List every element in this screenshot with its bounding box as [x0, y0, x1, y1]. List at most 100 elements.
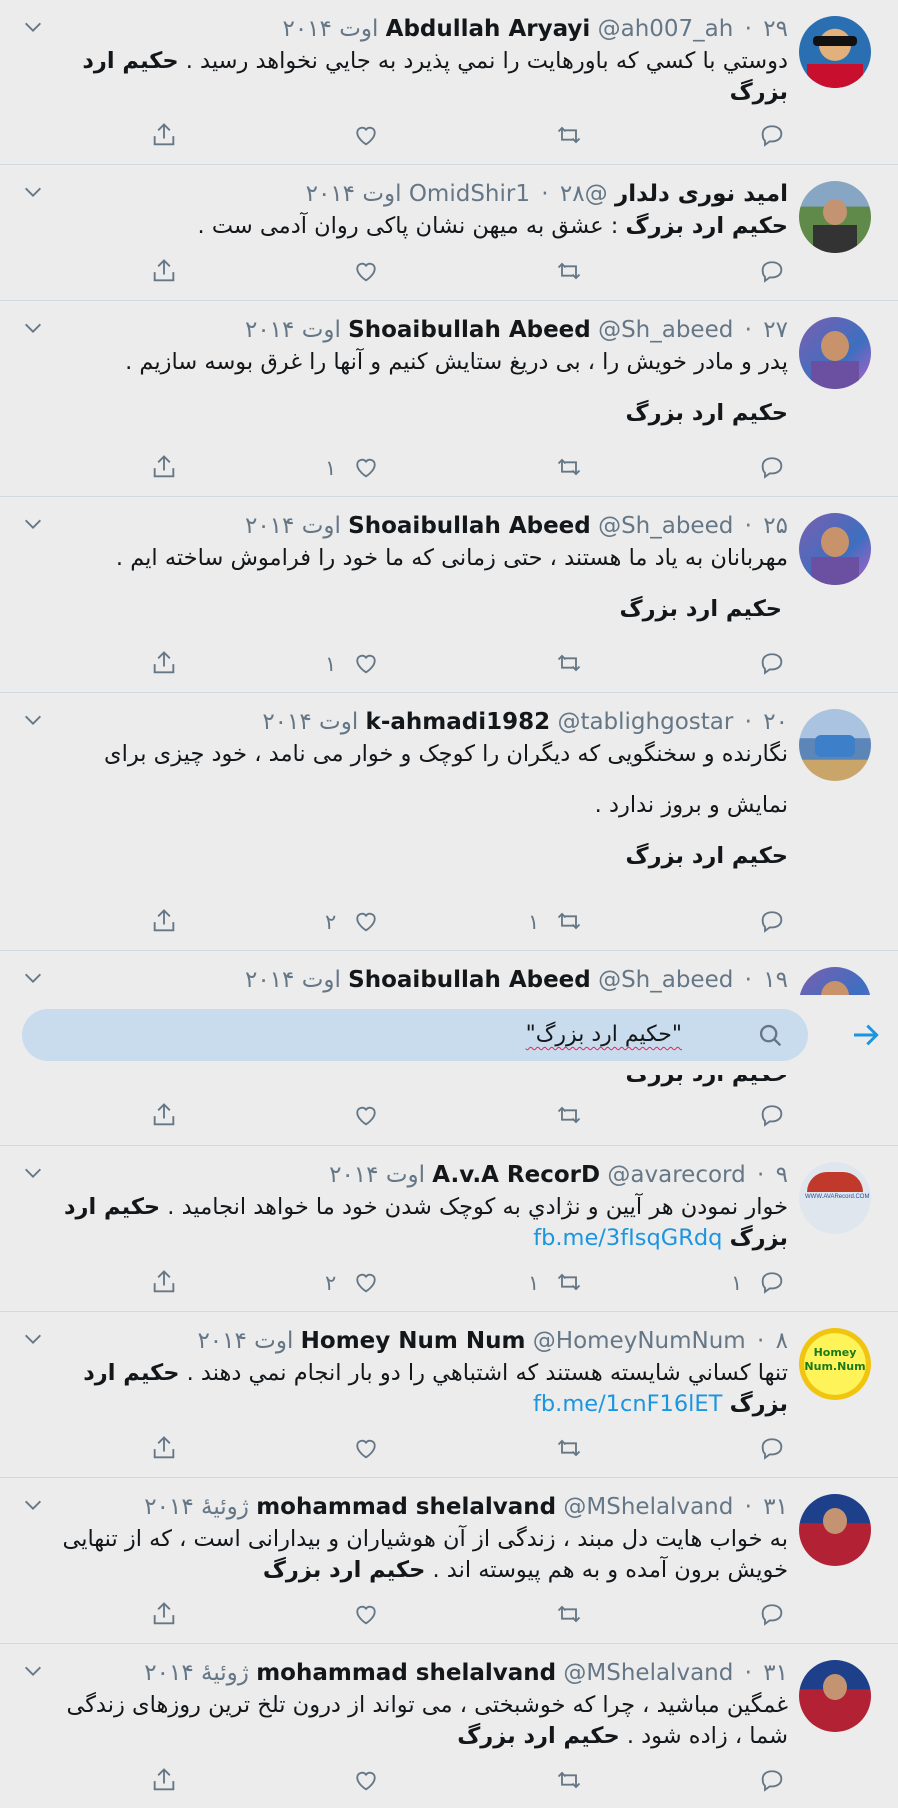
heart-icon[interactable] — [352, 1600, 382, 1630]
reply-icon[interactable] — [758, 1766, 788, 1796]
share-icon[interactable] — [150, 1600, 180, 1630]
user-name[interactable]: Homey Num Num — [301, 1328, 526, 1354]
tweet[interactable]: Shoaibullah Abeed @Sh_abeed · ۲۷ اوت ۲۰۱… — [0, 301, 898, 497]
reply-icon[interactable] — [758, 1101, 788, 1131]
retweet-icon[interactable] — [555, 1600, 585, 1630]
reply-icon[interactable] — [758, 453, 788, 483]
hashtag-author[interactable]: حکیم ارد بزرگ — [263, 1557, 425, 1583]
user-name[interactable]: Shoaibullah Abeed — [348, 317, 591, 343]
chevron-down-icon[interactable] — [22, 1328, 44, 1350]
share-icon[interactable] — [150, 453, 180, 483]
avatar[interactable] — [799, 181, 871, 253]
user-handle[interactable]: @Sh_abeed — [598, 317, 733, 343]
heart-icon[interactable] — [352, 649, 382, 679]
chevron-down-icon[interactable] — [22, 317, 44, 339]
tweet[interactable]: mohammad shelalvand @MShelalvand · ۳۱ ژو… — [0, 1478, 898, 1644]
tweet-text-line: به خواب هایت دل مبند ، زندگی از آن هوشیا… — [62, 1526, 788, 1552]
user-handle[interactable]: @HomeyNumNum — [533, 1328, 746, 1354]
search-field[interactable]: "حکیم ارد بزرگ" — [22, 1009, 808, 1061]
chevron-down-icon[interactable] — [22, 967, 44, 989]
share-icon[interactable] — [150, 1268, 180, 1298]
chevron-down-icon[interactable] — [22, 1162, 44, 1184]
retweet-icon[interactable] — [555, 1268, 585, 1298]
user-name[interactable]: mohammad shelalvand — [256, 1494, 556, 1520]
user-handle[interactable]: @MShelalvand — [563, 1660, 733, 1686]
reply-icon[interactable] — [758, 1434, 788, 1464]
user-handle[interactable]: @Sh_abeed — [598, 967, 733, 993]
heart-icon[interactable] — [352, 257, 382, 287]
share-icon[interactable] — [150, 907, 180, 937]
retweet-icon[interactable] — [555, 1434, 585, 1464]
heart-icon[interactable] — [352, 121, 382, 151]
share-icon[interactable] — [150, 1101, 180, 1131]
user-handle[interactable]: @avarecord — [607, 1162, 745, 1188]
retweet-icon[interactable] — [555, 1766, 585, 1796]
tweet[interactable]: WWW.AVARecord.COM A.v.A RecorD @avarecor… — [0, 1146, 898, 1312]
reply-icon[interactable] — [758, 1600, 788, 1630]
user-handle[interactable]: @Sh_abeed — [598, 513, 733, 539]
reply-icon[interactable] — [758, 907, 788, 937]
user-name[interactable]: k-ahmadi1982 — [366, 709, 551, 735]
heart-icon[interactable] — [352, 1101, 382, 1131]
heart-icon[interactable] — [352, 907, 382, 937]
user-handle[interactable]: @ah007_ah — [598, 16, 734, 42]
chevron-down-icon[interactable] — [22, 16, 44, 38]
avatar[interactable] — [799, 16, 871, 88]
chevron-down-icon[interactable] — [22, 1660, 44, 1682]
retweet-icon[interactable] — [555, 1101, 585, 1131]
tweet[interactable]: امید نوری دلدار @OmidShir1 · ۲۸ اوت ۲۰۱۴… — [0, 165, 898, 301]
avatar[interactable] — [799, 709, 871, 781]
user-name[interactable]: Abdullah Aryayi — [386, 16, 591, 42]
share-icon[interactable] — [150, 1434, 180, 1464]
tweet[interactable]: Shoaibullah Abeed @Sh_abeed · ۲۵ اوت ۲۰۱… — [0, 497, 898, 693]
avatar[interactable]: WWW.AVARecord.COM — [799, 1162, 871, 1234]
tweet[interactable]: Homey Num.Num Homey Num Num @HomeyNumNum… — [0, 1312, 898, 1478]
avatar[interactable] — [799, 317, 871, 389]
reply-icon[interactable] — [758, 649, 788, 679]
reply-icon[interactable] — [758, 121, 788, 151]
heart-icon[interactable] — [352, 1766, 382, 1796]
share-icon[interactable] — [150, 121, 180, 151]
user-name[interactable]: امید نوری دلدار — [615, 181, 788, 207]
user-handle[interactable]: @MShelalvand — [563, 1494, 733, 1520]
retweet-icon[interactable] — [555, 649, 585, 679]
hashtag-author[interactable]: حکیم ارد بزرگ — [457, 1723, 619, 1749]
share-icon[interactable] — [150, 1766, 180, 1796]
user-handle[interactable]: @tablighgostar — [557, 709, 733, 735]
heart-icon[interactable] — [352, 453, 382, 483]
retweet-icon[interactable] — [555, 907, 585, 937]
reply-icon[interactable] — [758, 257, 788, 287]
tweet-link[interactable]: fb.me/1cnF16lET — [533, 1391, 722, 1417]
reply-icon[interactable] — [758, 1268, 788, 1298]
chevron-down-icon[interactable] — [22, 709, 44, 731]
hashtag-author[interactable]: حکیم ارد بزرگ — [626, 843, 788, 869]
avatar[interactable] — [799, 1660, 871, 1732]
arrow-right-icon[interactable] — [850, 1019, 882, 1051]
chevron-down-icon[interactable] — [22, 1494, 44, 1516]
share-icon[interactable] — [150, 257, 180, 287]
hashtag-author[interactable]: حکیم ارد بزرگ — [626, 400, 788, 426]
share-icon[interactable] — [150, 649, 180, 679]
user-name[interactable]: mohammad shelalvand — [256, 1660, 556, 1686]
tweet[interactable]: k-ahmadi1982 @tablighgostar · ۲۰ اوت ۲۰۱… — [0, 693, 898, 951]
tweet-link[interactable]: fb.me/3fIsqGRdq — [533, 1225, 722, 1251]
retweet-icon[interactable] — [555, 453, 585, 483]
avatar[interactable] — [799, 1494, 871, 1566]
hashtag-author[interactable]: حکیم ارد بزرگ — [620, 596, 782, 622]
user-name[interactable]: A.v.A RecorD — [432, 1162, 600, 1188]
retweet-icon[interactable] — [555, 121, 585, 151]
chevron-down-icon[interactable] — [22, 181, 44, 203]
avatar[interactable]: Homey Num.Num — [799, 1328, 871, 1400]
retweet-icon[interactable] — [555, 257, 585, 287]
heart-icon[interactable] — [352, 1434, 382, 1464]
search-icon[interactable] — [757, 1022, 785, 1050]
hashtag-author[interactable]: حکیم ارد بزرگ — [626, 213, 788, 239]
user-name[interactable]: Shoaibullah Abeed — [348, 967, 591, 993]
user-name[interactable]: Shoaibullah Abeed — [348, 513, 591, 539]
tweet[interactable]: mohammad shelalvand @MShelalvand · ۳۱ ژو… — [0, 1644, 898, 1808]
avatar[interactable] — [799, 513, 871, 585]
heart-icon[interactable] — [352, 1268, 382, 1298]
chevron-down-icon[interactable] — [22, 513, 44, 535]
search-input[interactable]: "حکیم ارد بزرگ" — [82, 1009, 682, 1061]
tweet[interactable]: Abdullah Aryayi @ah007_ah · ۲۹ اوت ۲۰۱۴ … — [0, 0, 898, 165]
